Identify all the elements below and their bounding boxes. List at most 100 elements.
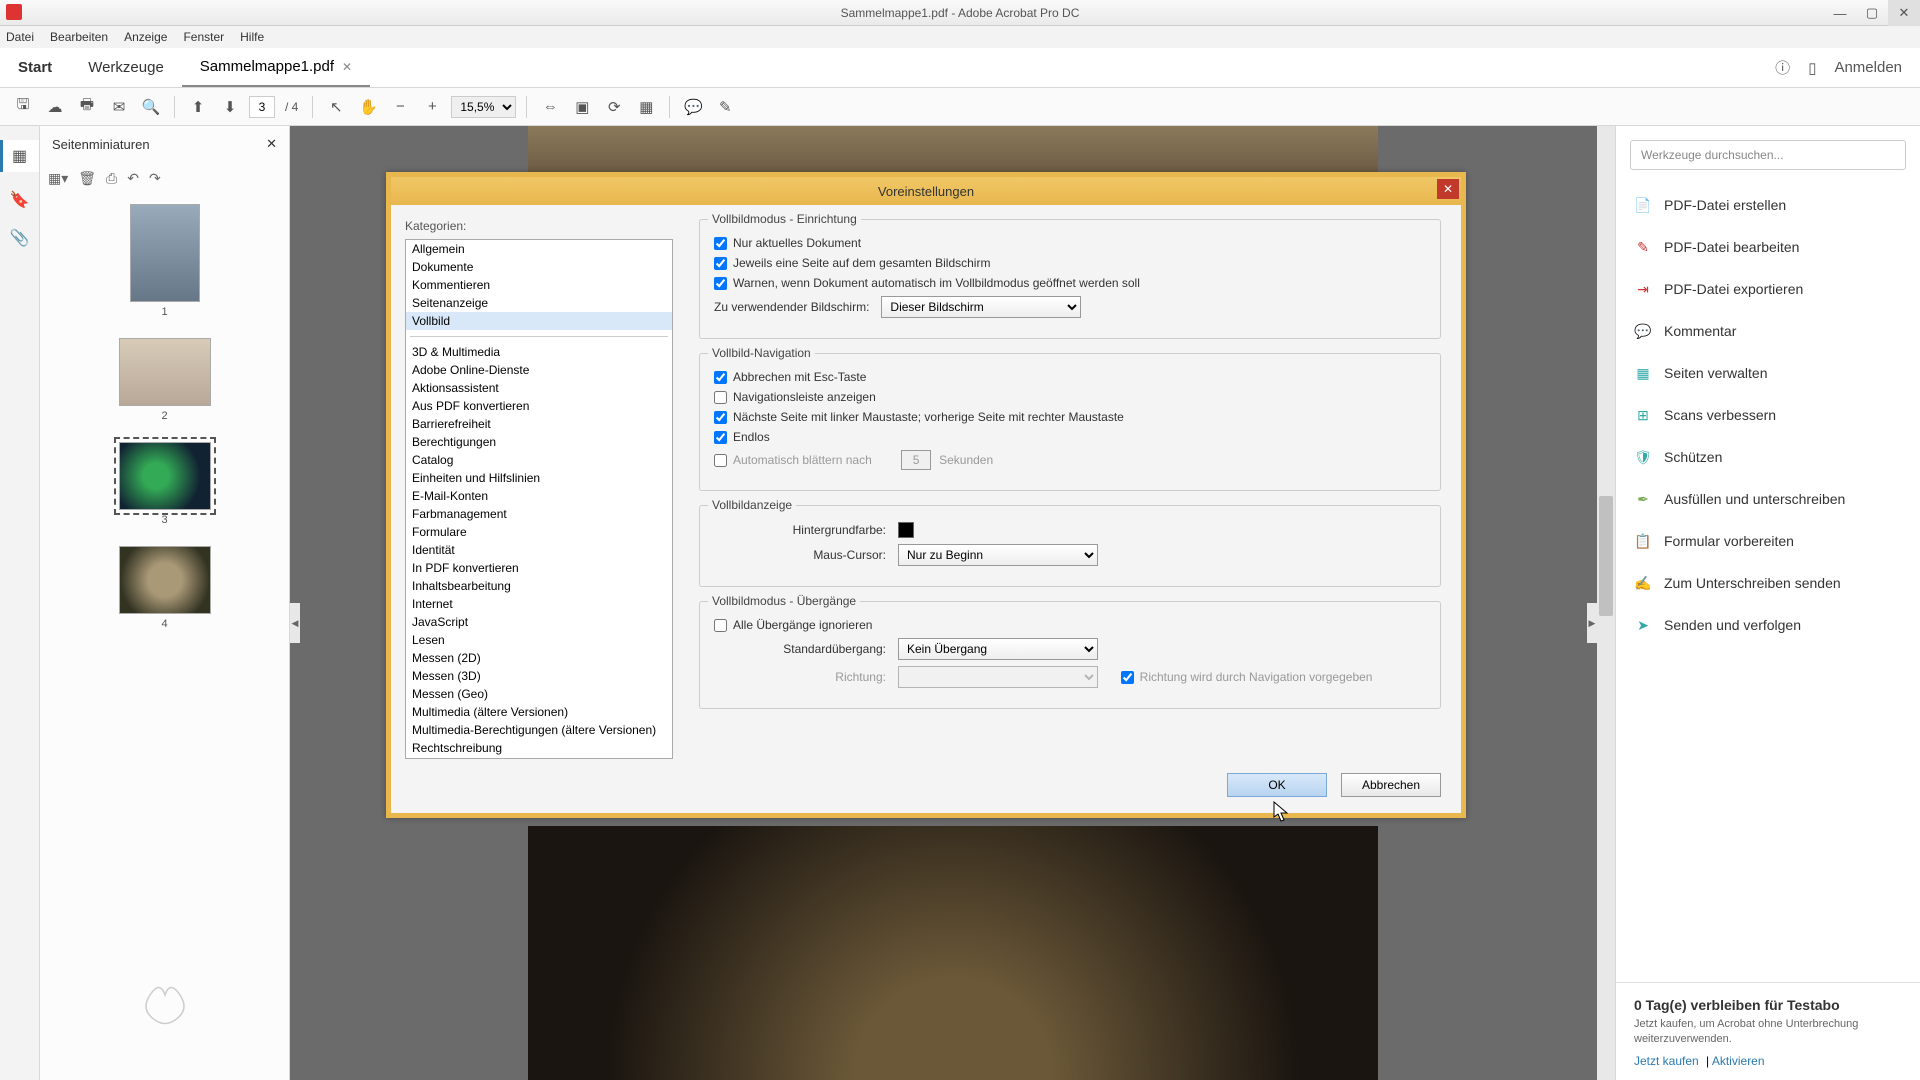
cat-item[interactable]: Einheiten und Hilfslinien <box>406 469 672 487</box>
minimize-button[interactable]: — <box>1824 0 1856 26</box>
save-icon[interactable]: 🖫 <box>10 94 36 120</box>
thumbnail-4[interactable]: 4 <box>119 546 211 630</box>
thumb-options-icon[interactable]: ▦▾ <box>48 170 68 187</box>
cb-navbar[interactable]: Navigationsleiste anzeigen <box>714 390 876 404</box>
fit-page-icon[interactable]: ▣ <box>569 94 595 120</box>
cb-dir-by-nav[interactable]: Richtung wird durch Navigation vorgegebe… <box>1121 670 1373 684</box>
cat-item[interactable]: In PDF konvertieren <box>406 559 672 577</box>
cat-item[interactable]: 3D & Multimedia <box>406 343 672 361</box>
cat-item[interactable]: Multimedia (ältere Versionen) <box>406 703 672 721</box>
tool-send-track[interactable]: ➤Senden und verfolgen <box>1616 604 1920 646</box>
cat-item[interactable]: Adobe Online-Dienste <box>406 361 672 379</box>
cb-one-page[interactable]: Jeweils eine Seite auf dem gesamten Bild… <box>714 256 990 270</box>
cat-item[interactable]: Farbmanagement <box>406 505 672 523</box>
zoom-out-icon[interactable]: − <box>387 94 413 120</box>
buy-now-link[interactable]: Jetzt kaufen <box>1634 1054 1699 1068</box>
print-icon[interactable]: 🖶 <box>74 94 100 120</box>
ok-button[interactable]: OK <box>1227 773 1327 797</box>
close-button[interactable]: ✕ <box>1888 0 1920 26</box>
page-input[interactable] <box>249 96 275 118</box>
cat-item[interactable]: Aus PDF konvertieren <box>406 397 672 415</box>
page-down-icon[interactable]: ⬇ <box>217 94 243 120</box>
cat-dokumente[interactable]: Dokumente <box>406 258 672 276</box>
cb-warn[interactable]: Warnen, wenn Dokument automatisch im Vol… <box>714 276 1140 290</box>
thumbnail-1[interactable]: 1 <box>130 204 200 318</box>
cloud-icon[interactable]: ☁ <box>42 94 68 120</box>
cat-item[interactable]: Berechtigungen <box>406 433 672 451</box>
activate-link[interactable]: Aktivieren <box>1712 1054 1765 1068</box>
bookmarks-icon[interactable]: 🔖 <box>10 190 30 210</box>
cat-item[interactable]: Internet <box>406 595 672 613</box>
panel-close-icon[interactable]: ✕ <box>266 136 277 152</box>
menu-help[interactable]: Hilfe <box>240 30 264 44</box>
cursor-select[interactable]: Nur zu Beginn <box>898 544 1098 566</box>
dialog-close-button[interactable]: ✕ <box>1437 179 1459 199</box>
notifications-icon[interactable]: ▯ <box>1808 59 1816 77</box>
tool-organize[interactable]: ▦Seiten verwalten <box>1616 352 1920 394</box>
tool-fill-sign[interactable]: ✒Ausfüllen und unterschreiben <box>1616 478 1920 520</box>
help-icon[interactable]: ⓘ <box>1775 57 1790 78</box>
maximize-button[interactable]: ▢ <box>1856 0 1888 26</box>
comment-icon[interactable]: 💬 <box>680 94 706 120</box>
cb-ignore-trans[interactable]: Alle Übergänge ignorieren <box>714 618 872 632</box>
cat-item[interactable]: Aktionsassistent <box>406 379 672 397</box>
zoom-in-icon[interactable]: + <box>419 94 445 120</box>
menu-window[interactable]: Fenster <box>183 30 224 44</box>
vertical-scrollbar[interactable] <box>1597 126 1615 1080</box>
cat-item[interactable]: Catalog <box>406 451 672 469</box>
tab-start[interactable]: Start <box>0 48 70 87</box>
cb-current-doc[interactable]: Nur aktuelles Dokument <box>714 236 861 250</box>
tool-send-sign[interactable]: ✍Zum Unterschreiben senden <box>1616 562 1920 604</box>
thumb-print-icon[interactable]: ⎙ <box>106 170 117 187</box>
menu-file[interactable]: Datei <box>6 30 34 44</box>
tab-tools[interactable]: Werkzeuge <box>70 48 182 87</box>
fit-width-icon[interactable]: ⇔ <box>537 94 563 120</box>
cat-vollbild[interactable]: Vollbild <box>406 312 672 330</box>
cb-loop[interactable]: Endlos <box>714 430 770 444</box>
transition-select[interactable]: Kein Übergang <box>898 638 1098 660</box>
tool-export-pdf[interactable]: ⇥PDF-Datei exportieren <box>1616 268 1920 310</box>
auto-seconds-input[interactable] <box>901 450 931 470</box>
thumb-undo-icon[interactable]: ↶ <box>127 170 139 187</box>
tools-search-input[interactable]: Werkzeuge durchsuchen... <box>1630 140 1906 170</box>
highlight-icon[interactable]: ✎ <box>712 94 738 120</box>
rotate-icon[interactable]: ⟳ <box>601 94 627 120</box>
cat-item[interactable]: Lesen <box>406 631 672 649</box>
tab-document[interactable]: Sammelmappe1.pdf ✕ <box>182 48 370 87</box>
cat-seitenanzeige[interactable]: Seitenanzeige <box>406 294 672 312</box>
attachments-icon[interactable]: 📎 <box>10 228 30 248</box>
tool-create-pdf[interactable]: 📄PDF-Datei erstellen <box>1616 184 1920 226</box>
hand-tool-icon[interactable]: ✋ <box>355 94 381 120</box>
screen-select[interactable]: Dieser Bildschirm <box>881 296 1081 318</box>
page-up-icon[interactable]: ⬆ <box>185 94 211 120</box>
tool-enhance-scans[interactable]: ⊞Scans verbessern <box>1616 394 1920 436</box>
cat-item[interactable]: Messen (2D) <box>406 649 672 667</box>
search-icon[interactable]: 🔍 <box>138 94 164 120</box>
cat-item[interactable]: JavaScript <box>406 613 672 631</box>
tool-comment[interactable]: 💬Kommentar <box>1616 310 1920 352</box>
thumbnails-icon[interactable]: ▦ <box>0 140 39 172</box>
collapse-left-icon[interactable]: ◀ <box>290 603 300 643</box>
login-link[interactable]: Anmelden <box>1834 59 1902 76</box>
cb-esc[interactable]: Abbrechen mit Esc-Taste <box>714 370 866 384</box>
tab-close-icon[interactable]: ✕ <box>342 60 352 74</box>
thumb-redo-icon[interactable]: ↷ <box>149 170 161 187</box>
cat-item[interactable]: Sicherheit <box>406 757 672 759</box>
cat-item[interactable]: Formulare <box>406 523 672 541</box>
thumbnail-3[interactable]: 3 <box>119 442 211 526</box>
cat-item[interactable]: Rechtschreibung <box>406 739 672 757</box>
cb-auto-advance[interactable]: Automatisch blättern nach <box>714 453 872 467</box>
cat-item[interactable]: Inhaltsbearbeitung <box>406 577 672 595</box>
thumb-delete-icon[interactable]: 🗑 <box>78 170 96 187</box>
menu-edit[interactable]: Bearbeiten <box>50 30 108 44</box>
cat-item[interactable]: Messen (Geo) <box>406 685 672 703</box>
bgcolor-swatch[interactable] <box>898 522 914 538</box>
tool-protect[interactable]: 🛡Schützen <box>1616 436 1920 478</box>
mail-icon[interactable]: ✉ <box>106 94 132 120</box>
cancel-button[interactable]: Abbrechen <box>1341 773 1441 797</box>
cat-item[interactable]: Multimedia-Berechtigungen (ältere Versio… <box>406 721 672 739</box>
thumbnail-2[interactable]: 2 <box>119 338 211 422</box>
cat-item[interactable]: E-Mail-Konten <box>406 487 672 505</box>
categories-list[interactable]: Allgemein Dokumente Kommentieren Seitena… <box>405 239 673 759</box>
cat-item[interactable]: Messen (3D) <box>406 667 672 685</box>
